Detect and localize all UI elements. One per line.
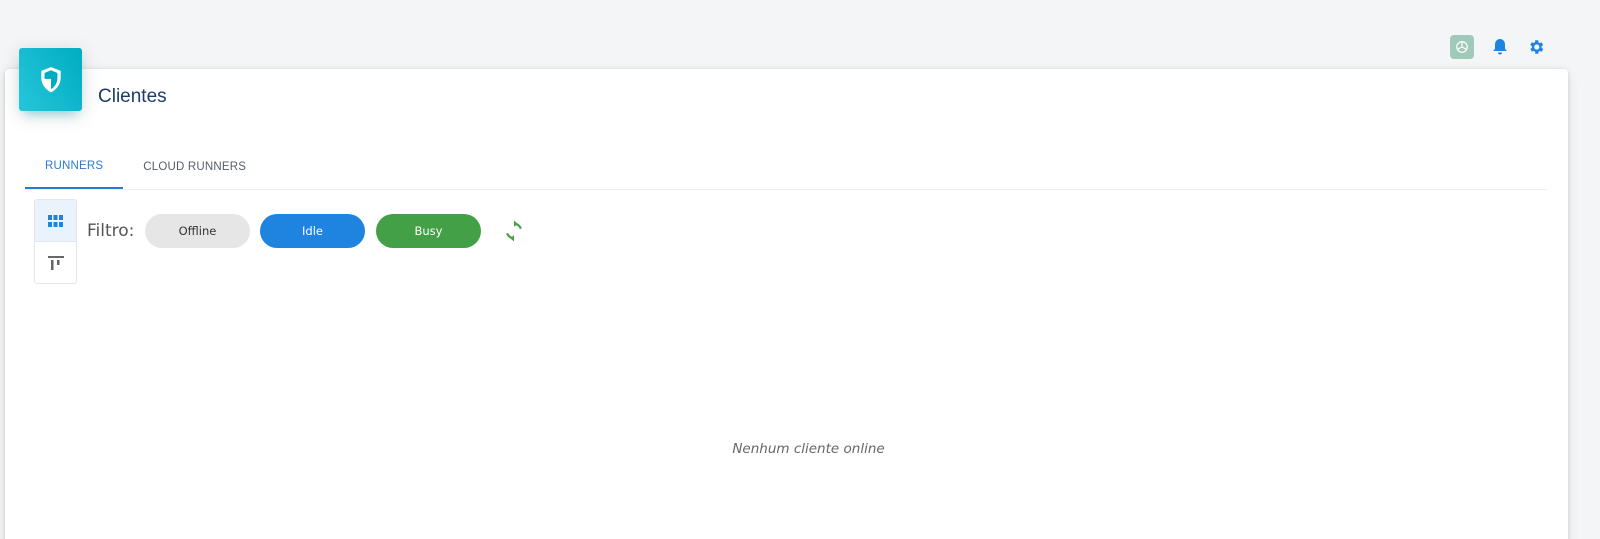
empty-state-message: Nenhum cliente online bbox=[732, 441, 885, 457]
header-actions bbox=[1450, 35, 1548, 59]
grid-view-button[interactable] bbox=[35, 200, 76, 242]
card-header-icon bbox=[19, 48, 82, 111]
refresh-button[interactable] bbox=[501, 218, 527, 244]
bell-icon[interactable] bbox=[1488, 35, 1512, 59]
page-title: Clientes bbox=[98, 86, 167, 107]
filter-busy-button[interactable]: Busy bbox=[376, 214, 481, 248]
refresh-icon bbox=[506, 220, 522, 242]
top-align-icon bbox=[47, 256, 64, 270]
filter-idle-button[interactable]: Idle bbox=[260, 214, 365, 248]
grid-view-icon bbox=[48, 214, 63, 227]
gear-icon[interactable] bbox=[1524, 35, 1548, 59]
shield-icon bbox=[40, 66, 61, 92]
top-align-view-button[interactable] bbox=[35, 242, 76, 283]
clients-card bbox=[5, 69, 1568, 539]
openai-icon[interactable] bbox=[1450, 35, 1474, 59]
tab-runners[interactable]: RUNNERS bbox=[25, 145, 124, 189]
view-mode-toggle bbox=[34, 199, 77, 284]
filter-offline-button[interactable]: Offline bbox=[145, 214, 250, 248]
tab-cloud-runners[interactable]: CLOUD RUNNERS bbox=[123, 145, 266, 189]
filter-label: Filtro: bbox=[87, 221, 135, 241]
tab-bar: RUNNERS CLOUD RUNNERS bbox=[25, 145, 1547, 190]
